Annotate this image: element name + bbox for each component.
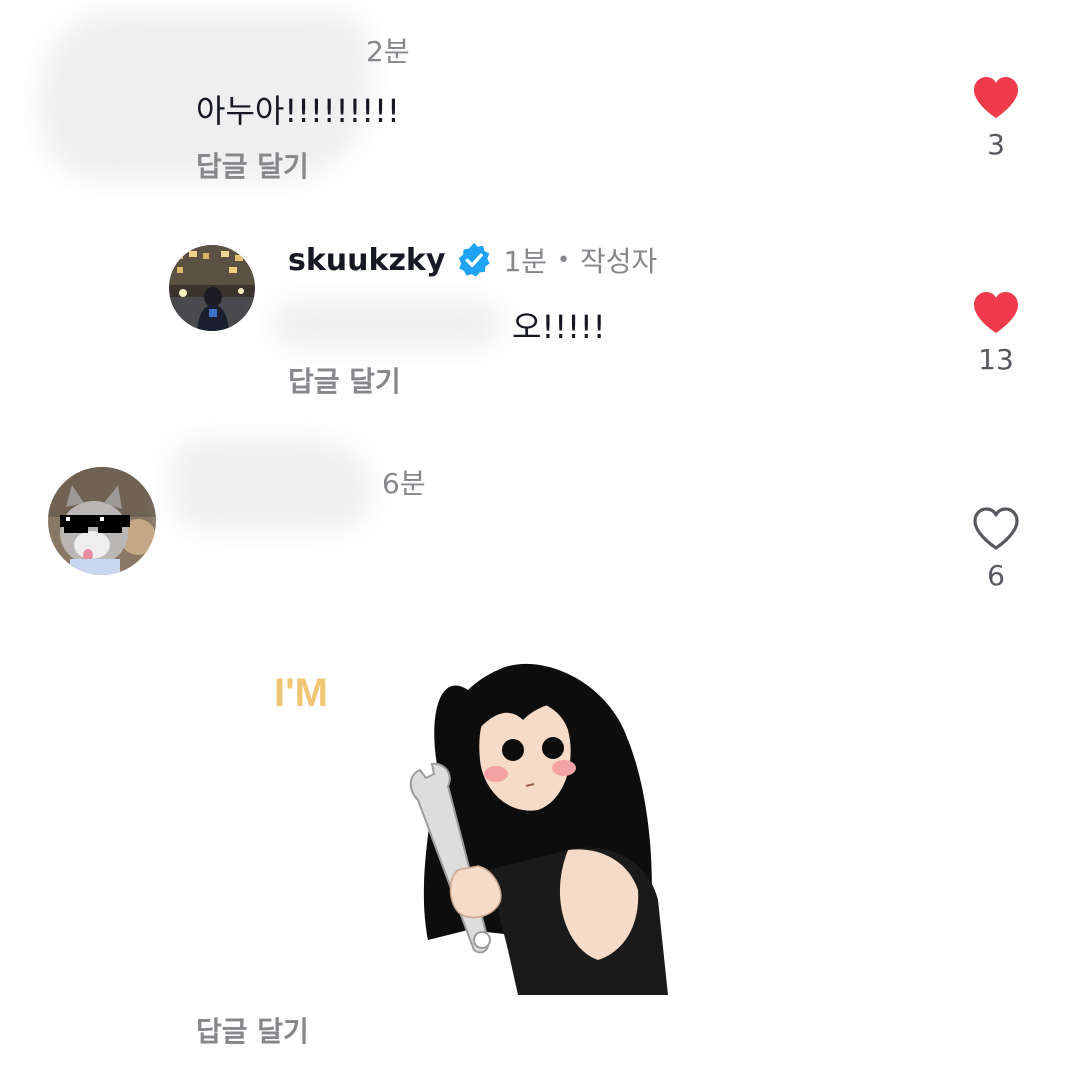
avatar[interactable] — [48, 467, 156, 575]
comment-time: 2분 — [366, 35, 410, 68]
like-button[interactable]: 3 — [956, 76, 1036, 161]
reply-button[interactable]: 답글 달기 — [288, 360, 401, 400]
heart-filled-icon[interactable] — [972, 291, 1020, 335]
sticker-text: I'M — [274, 671, 328, 715]
comment-text: 오!!!!! — [512, 308, 606, 346]
heart-outline-icon[interactable] — [972, 507, 1020, 551]
reply-button[interactable]: 답글 달기 — [196, 1010, 309, 1050]
like-count: 3 — [987, 128, 1005, 161]
avatar-photo-night-street — [169, 245, 255, 331]
like-count: 13 — [978, 343, 1014, 376]
heart-filled-icon[interactable] — [972, 76, 1020, 120]
username[interactable]: skuukzky — [288, 243, 445, 278]
reply-button[interactable]: 답글 달기 — [196, 145, 309, 185]
comment-time: 6분 — [382, 467, 426, 500]
sticker-image: I'M — [268, 650, 678, 995]
sticker-girl-with-wrench: I'M — [268, 650, 678, 995]
avatar[interactable] — [169, 245, 255, 331]
author-label: 작성자 — [580, 245, 658, 278]
avatar-cat-sunglasses — [48, 467, 156, 575]
redacted-mention — [272, 300, 502, 348]
verified-badge-icon — [459, 242, 491, 277]
separator-dot: • — [557, 247, 571, 273]
comment-text: 아누아!!!!!!!!! — [196, 92, 400, 130]
like-count: 6 — [987, 559, 1005, 592]
like-button[interactable]: 13 — [956, 291, 1036, 376]
like-button[interactable]: 6 — [956, 507, 1036, 592]
redacted-area — [172, 440, 372, 530]
comment-meta: skuukzky 1분 • 작성자 — [288, 240, 657, 280]
comment-time: 1분 — [503, 245, 548, 278]
